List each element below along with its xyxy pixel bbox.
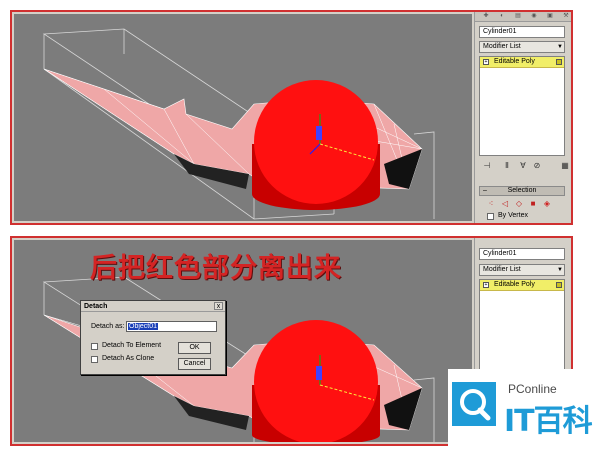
subobject-modes: ⁖ ◁ ◇ ■ ◈ <box>485 198 565 210</box>
configure-sets-icon[interactable]: ▦ <box>559 160 571 171</box>
stack-item-label: Editable Poly <box>494 281 535 288</box>
detach-to-element-label: Detach To Element <box>102 342 162 349</box>
stack-toolbar: ⊣ Ⅱ ∀ ⊘ ▦ <box>479 160 569 172</box>
detach-name-input[interactable]: Object01 <box>126 321 217 332</box>
perspective-viewport[interactable] <box>14 14 472 221</box>
modifier-list-label: Modifier List <box>483 266 521 273</box>
selected-cylinder-top[interactable] <box>254 320 378 442</box>
pin-stack-icon[interactable]: ⊣ <box>481 160 493 171</box>
modifier-list-dropdown[interactable]: Modifier List ▼ <box>479 264 565 276</box>
polygon-icon[interactable]: ■ <box>527 198 539 209</box>
lightbulb-icon[interactable] <box>556 282 562 288</box>
close-icon[interactable]: x <box>214 302 223 310</box>
border-icon[interactable]: ◇ <box>513 198 525 209</box>
chevron-down-icon: ▼ <box>557 44 563 50</box>
edge-icon[interactable]: ◁ <box>499 198 511 209</box>
dialog-title: Detach <box>81 301 225 312</box>
chevron-down-icon: ▼ <box>557 267 563 273</box>
modifier-list-dropdown[interactable]: Modifier List ▼ <box>479 41 565 53</box>
by-vertex-label: By Vertex <box>498 212 528 219</box>
mesh-scene <box>42 28 435 220</box>
stack-item-editable-poly[interactable]: + Editable Poly <box>480 57 564 68</box>
stack-item-editable-poly[interactable]: + Editable Poly <box>480 280 564 291</box>
motion-icon[interactable]: ◉ <box>529 13 539 20</box>
selected-cylinder-top[interactable] <box>254 80 378 204</box>
brand-name: PConline <box>508 382 557 396</box>
product-name: IT百科 <box>504 404 593 439</box>
utilities-icon[interactable]: ⚒ <box>561 13 571 20</box>
create-icon[interactable]: ✚ <box>481 13 491 20</box>
command-panel-tabs: ✚ ◐ ▤ ◉ ▣ ⚒ <box>475 12 571 22</box>
top-screenshot-panel: ✚ ◐ ▤ ◉ ▣ ⚒ Cylinder01 Modifier List ▼ +… <box>10 10 573 225</box>
detach-as-clone-checkbox[interactable] <box>91 356 98 363</box>
lightbulb-icon[interactable] <box>556 59 562 65</box>
object-name-field[interactable]: Cylinder01 <box>479 248 565 260</box>
detach-dialog: Detach x Detach as: Object01 Detach To E… <box>80 300 226 375</box>
modify-icon[interactable]: ◐ <box>497 13 507 20</box>
display-icon[interactable]: ▣ <box>545 13 555 20</box>
pconline-watermark: PConline IT百科 <box>448 369 602 452</box>
tutorial-caption: 后把红色部分离出来 <box>90 253 342 284</box>
element-icon[interactable]: ◈ <box>541 198 553 209</box>
detach-as-clone-label: Detach As Clone <box>102 355 155 362</box>
pconline-logo-icon <box>452 382 496 426</box>
hierarchy-icon[interactable]: ▤ <box>513 13 523 20</box>
expand-icon[interactable]: + <box>483 59 489 65</box>
modifier-stack[interactable]: + Editable Poly <box>479 56 565 156</box>
command-panel: ✚ ◐ ▤ ◉ ▣ ⚒ Cylinder01 Modifier List ▼ +… <box>474 12 571 223</box>
vertex-icon[interactable]: ⁖ <box>485 198 497 209</box>
detach-to-element-checkbox[interactable] <box>91 343 98 350</box>
cancel-button[interactable]: Cancel <box>178 358 211 370</box>
stack-item-label: Editable Poly <box>494 58 535 65</box>
by-vertex-checkbox[interactable] <box>487 213 494 220</box>
show-end-result-icon[interactable]: Ⅱ <box>501 160 513 171</box>
modifier-list-label: Modifier List <box>483 43 521 50</box>
object-name-field[interactable]: Cylinder01 <box>479 26 565 38</box>
ok-button[interactable]: OK <box>178 342 211 354</box>
expand-icon[interactable]: + <box>483 282 489 288</box>
detach-name-value: Object01 <box>128 323 159 330</box>
selection-rollout-title: Selection <box>507 187 537 194</box>
remove-modifier-icon[interactable]: ⊘ <box>531 160 543 171</box>
make-unique-icon[interactable]: ∀ <box>517 160 529 171</box>
selection-rollout-header[interactable]: – Selection <box>479 186 565 196</box>
detach-as-label: Detach as: <box>91 323 125 330</box>
